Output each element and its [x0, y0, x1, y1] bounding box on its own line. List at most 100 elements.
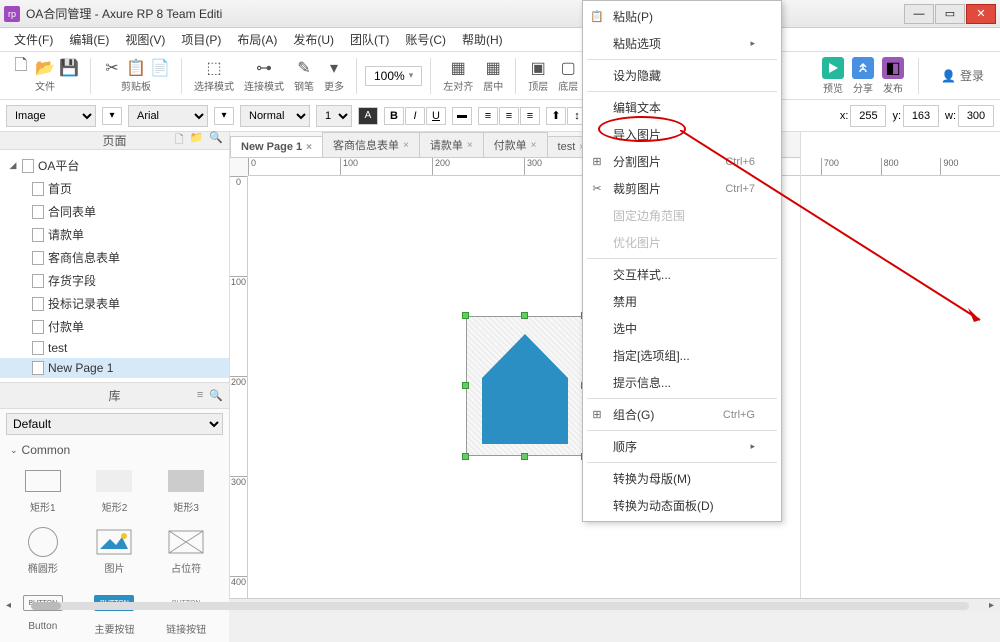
- align-left-icon[interactable]: ▦: [449, 59, 467, 77]
- lib-section-common[interactable]: ⌄Common: [0, 439, 229, 461]
- resize-handle[interactable]: [462, 453, 469, 460]
- font-size-select[interactable]: 13: [316, 105, 352, 127]
- align-center-icon[interactable]: ▦: [484, 59, 502, 77]
- tree-page-item[interactable]: 请款单: [0, 223, 229, 246]
- x-input[interactable]: [850, 105, 886, 127]
- cm-edit-text[interactable]: 编辑文本: [583, 94, 781, 121]
- cm-tooltip[interactable]: 提示信息...: [583, 369, 781, 396]
- cm-crop-image[interactable]: ✂裁剪图片Ctrl+7: [583, 175, 781, 202]
- add-folder-icon[interactable]: 📁: [190, 131, 204, 150]
- tree-page-item[interactable]: 首页: [0, 177, 229, 200]
- cm-import-image[interactable]: 导入图片: [583, 121, 781, 148]
- align-right-text[interactable]: ≡: [520, 107, 540, 125]
- border-color-button[interactable]: ▬: [452, 107, 472, 125]
- paste-icon[interactable]: 📄: [151, 59, 169, 77]
- tree-page-item[interactable]: 付款单: [0, 315, 229, 338]
- font-color-button[interactable]: ▾: [214, 107, 234, 125]
- share-button[interactable]: 分享: [852, 57, 874, 95]
- add-page-icon[interactable]: 🗋: [175, 131, 184, 150]
- pen-icon[interactable]: ✎: [295, 59, 313, 77]
- tab-request[interactable]: 请款单×: [419, 132, 484, 157]
- cm-split-image[interactable]: ⊞分割图片Ctrl+6: [583, 148, 781, 175]
- lib-ellipse[interactable]: 椭圆形: [8, 522, 78, 581]
- tree-page-item[interactable]: New Page 1: [0, 358, 229, 378]
- lib-rect2[interactable]: 矩形2: [80, 461, 150, 520]
- cm-group[interactable]: ⊞组合(G)Ctrl+G: [583, 401, 781, 428]
- cm-disable[interactable]: 禁用: [583, 288, 781, 315]
- align-top-text[interactable]: ⬆: [546, 107, 566, 125]
- zoom-select[interactable]: 100%▾: [365, 66, 422, 86]
- save-icon[interactable]: 💾: [60, 59, 78, 77]
- scroll-thumb[interactable]: [31, 602, 61, 610]
- close-tab-icon[interactable]: ×: [531, 140, 537, 151]
- cm-paste-options[interactable]: 粘贴选项▸: [583, 30, 781, 57]
- close-tab-icon[interactable]: ×: [403, 140, 409, 151]
- send-back-icon[interactable]: ▢: [559, 59, 577, 77]
- preview-button[interactable]: 预览: [822, 57, 844, 95]
- resize-handle[interactable]: [521, 312, 528, 319]
- maximize-button[interactable]: ▭: [935, 4, 965, 24]
- cut-icon[interactable]: ✂: [103, 59, 121, 77]
- menu-account[interactable]: 账号(C): [397, 31, 454, 48]
- lib-primary-button[interactable]: BUTTON主要按钮: [80, 583, 150, 642]
- close-tab-icon[interactable]: ×: [467, 140, 473, 151]
- minimize-button[interactable]: —: [904, 4, 934, 24]
- menu-publish[interactable]: 发布(U): [285, 31, 342, 48]
- align-left-text[interactable]: ≡: [478, 107, 498, 125]
- publish-button[interactable]: ◧ 发布: [882, 57, 904, 95]
- close-button[interactable]: ✕: [966, 4, 996, 24]
- menu-view[interactable]: 视图(V): [117, 31, 173, 48]
- font-style-select[interactable]: Normal: [240, 105, 310, 127]
- cm-order[interactable]: 顺序▸: [583, 433, 781, 460]
- tree-root[interactable]: ◢ OA平台: [0, 154, 229, 177]
- open-file-icon[interactable]: 📂: [36, 59, 54, 77]
- library-set-select[interactable]: Default: [6, 413, 223, 435]
- lib-search-icon[interactable]: 🔍: [209, 389, 223, 402]
- tree-page-item[interactable]: 合同表单: [0, 200, 229, 223]
- toolgroup-pen[interactable]: ✎ 钢笔: [290, 59, 318, 93]
- fill-color-button[interactable]: ▾: [102, 107, 122, 125]
- underline-button[interactable]: U: [426, 107, 446, 125]
- connect-mode-icon[interactable]: ⊶: [255, 59, 273, 77]
- lib-rect1[interactable]: 矩形1: [8, 461, 78, 520]
- lib-link-button[interactable]: BUTTON链接按钮: [151, 583, 221, 642]
- cm-interaction[interactable]: 交互样式...: [583, 261, 781, 288]
- menu-team[interactable]: 团队(T): [342, 31, 397, 48]
- more-icon[interactable]: ▾: [325, 59, 343, 77]
- w-input[interactable]: [958, 105, 994, 127]
- cm-set-hidden[interactable]: 设为隐藏: [583, 62, 781, 89]
- toolgroup-back[interactable]: ▢ 底层: [554, 59, 582, 93]
- cm-to-master[interactable]: 转换为母版(M): [583, 465, 781, 492]
- widget-type-select[interactable]: Image: [6, 105, 96, 127]
- tab-customer[interactable]: 客商信息表单×: [322, 132, 420, 157]
- tree-page-item[interactable]: 投标记录表单: [0, 292, 229, 315]
- toolgroup-front[interactable]: ▣ 顶层: [524, 59, 552, 93]
- toolgroup-align-center[interactable]: ▦ 居中: [479, 59, 507, 93]
- menu-file[interactable]: 文件(F): [6, 31, 61, 48]
- menu-layout[interactable]: 布局(A): [229, 31, 285, 48]
- select-mode-icon[interactable]: ⬚: [205, 59, 223, 77]
- lib-placeholder[interactable]: 占位符: [151, 522, 221, 581]
- cm-paste[interactable]: 📋粘贴(P): [583, 3, 781, 30]
- search-icon[interactable]: 🔍: [209, 131, 223, 150]
- close-tab-icon[interactable]: ×: [306, 142, 312, 153]
- copy-icon[interactable]: 📋: [127, 59, 145, 77]
- scroll-left-icon[interactable]: ◂: [6, 600, 11, 611]
- cm-assign-optgroup[interactable]: 指定[选项组]...: [583, 342, 781, 369]
- lib-rect3[interactable]: 矩形3: [151, 461, 221, 520]
- text-color-button[interactable]: A: [358, 107, 378, 125]
- toolgroup-align-left[interactable]: ▦ 左对齐: [439, 59, 477, 93]
- lib-button[interactable]: BUTTONButton: [8, 583, 78, 642]
- bring-front-icon[interactable]: ▣: [529, 59, 547, 77]
- tree-page-item[interactable]: 客商信息表单: [0, 246, 229, 269]
- tree-page-item[interactable]: test: [0, 338, 229, 358]
- tab-payment[interactable]: 付款单×: [483, 132, 548, 157]
- tab-newpage1[interactable]: New Page 1×: [230, 136, 323, 157]
- bold-button[interactable]: B: [384, 107, 404, 125]
- resize-handle[interactable]: [521, 453, 528, 460]
- lib-menu-icon[interactable]: ≡: [197, 389, 203, 402]
- menu-project[interactable]: 项目(P): [173, 31, 229, 48]
- y-input[interactable]: [903, 105, 939, 127]
- menu-edit[interactable]: 编辑(E): [61, 31, 117, 48]
- italic-button[interactable]: I: [405, 107, 425, 125]
